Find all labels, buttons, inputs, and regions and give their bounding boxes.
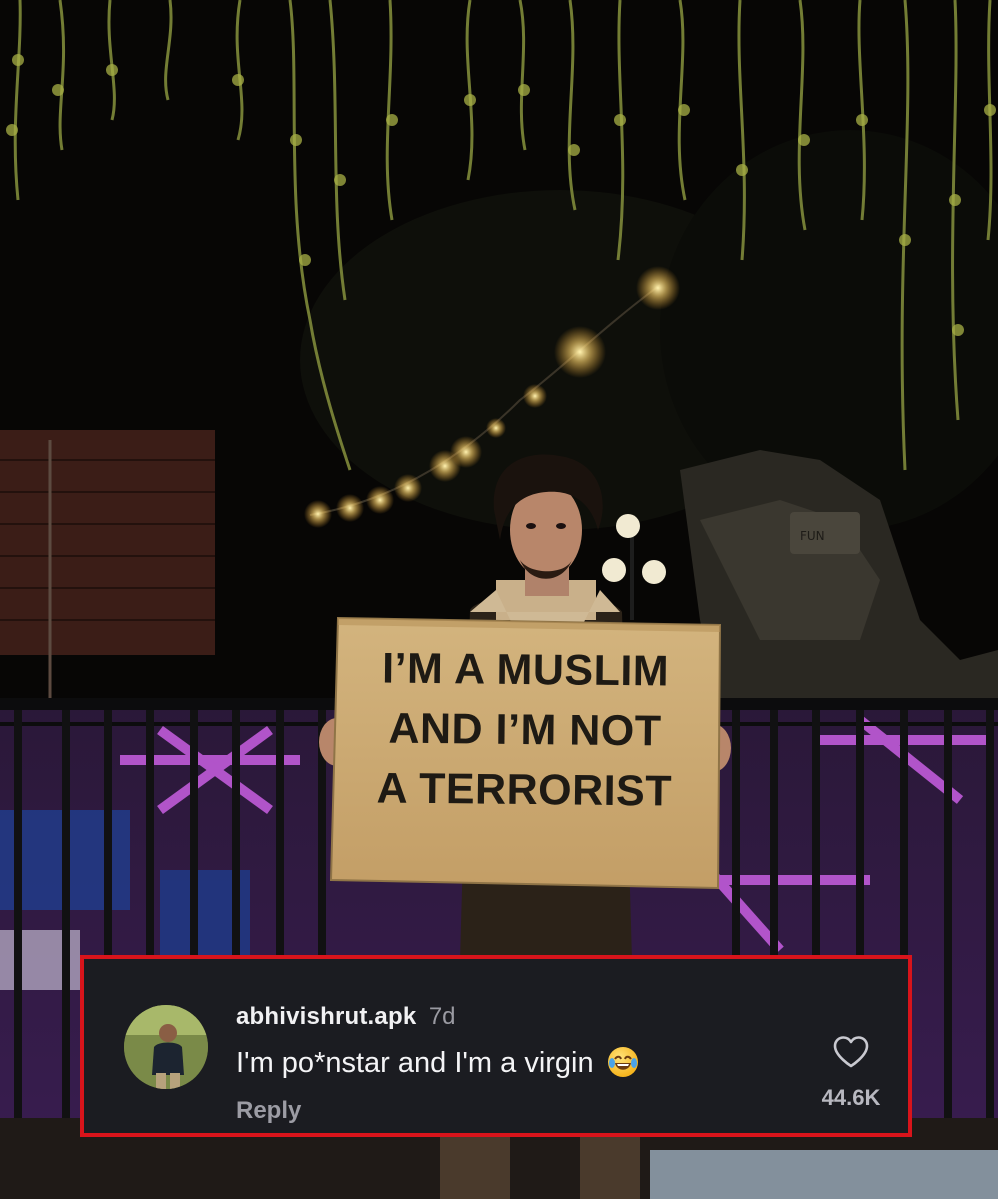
avatar-photo (124, 1005, 208, 1089)
heart-icon[interactable] (832, 1035, 870, 1069)
protest-sign: I’M A MUSLIM AND I’M NOT A TERRORIST (331, 638, 719, 822)
comment-card: abhivishrut.apk 7d I'm po*nstar and I'm … (80, 955, 912, 1137)
svg-text:FUN: FUN (800, 529, 825, 543)
comment-body: I'm po*nstar and I'm a virgin (236, 1047, 638, 1080)
sign-line-2: AND I’M NOT (388, 704, 662, 756)
avatar[interactable] (124, 1005, 208, 1089)
sign-line-3: A TERRORIST (376, 764, 673, 816)
comment-text: I'm po*nstar and I'm a virgin (236, 1047, 594, 1079)
comment-username[interactable]: abhivishrut.apk (236, 1003, 416, 1030)
sign-line-1: I’M A MUSLIM (381, 644, 670, 696)
comment-age: 7d (428, 1003, 456, 1030)
comment-header: abhivishrut.apk 7d (236, 1003, 456, 1031)
reply-button[interactable]: Reply (236, 1097, 301, 1125)
like-count: 44.6K (821, 1085, 881, 1110)
tears-of-joy-emoji-icon (607, 1047, 638, 1077)
